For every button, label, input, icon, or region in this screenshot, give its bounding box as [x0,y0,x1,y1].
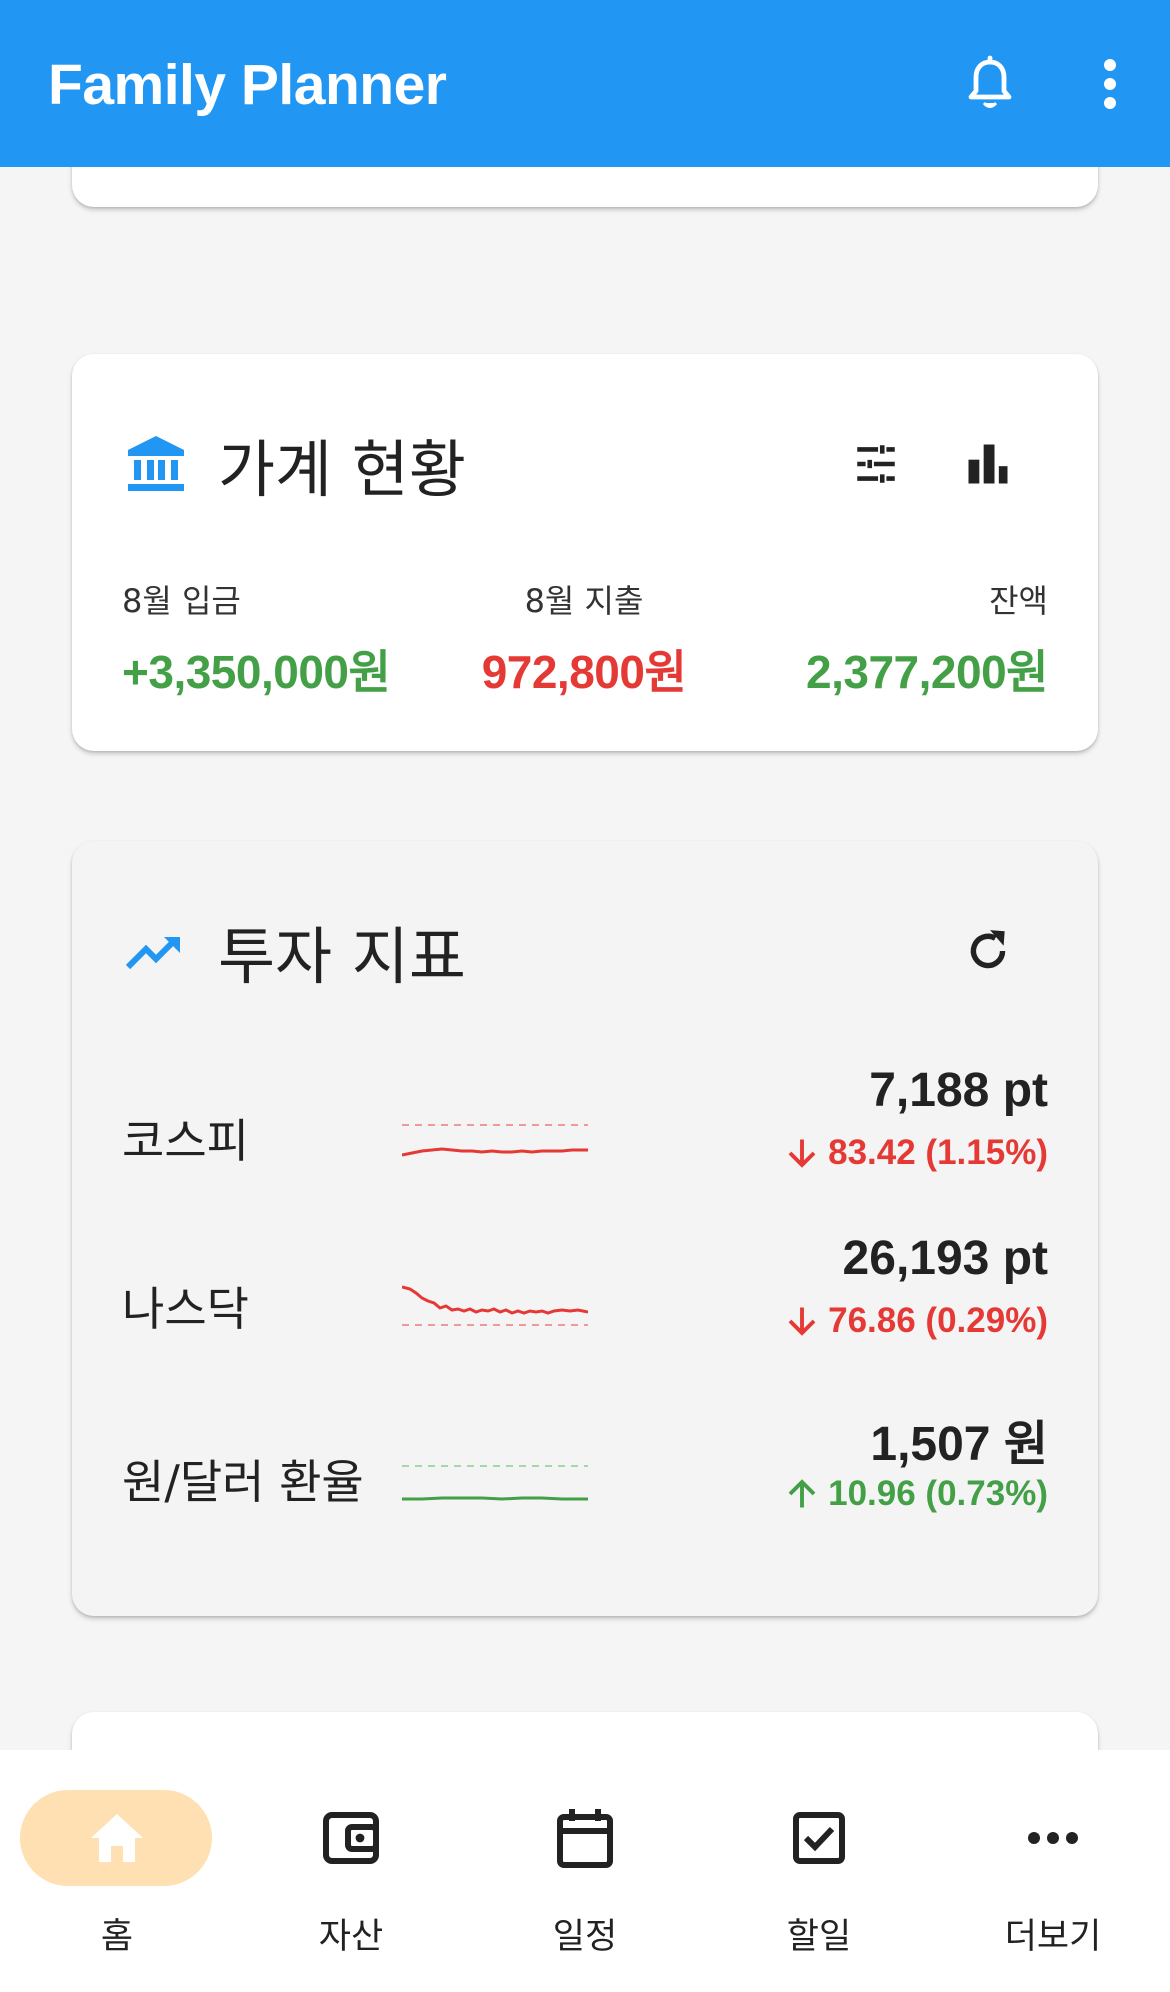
overflow-menu-button[interactable] [1072,46,1148,122]
previous-card [72,167,1098,207]
budget-card-header: 가계 현황 [122,424,466,506]
budget-chart-button[interactable] [950,426,1026,502]
nav-item-home[interactable]: 홈 [0,1790,234,1970]
kospi-sparkline [402,1124,588,1157]
invest-card-title: 투자 지표 [218,920,466,993]
nav-label: 일정 [552,1917,618,1957]
indicator-row-nasdaq[interactable]: 나스닥 26,193 pt 76.86 (0.29%) [122,1231,1048,1381]
next-card [72,1712,1098,1750]
expense-value: 972,800원 [481,646,687,698]
income-summary: 8월 입금 +3,350,000원 [122,576,391,702]
balance-label: 잔액 [989,582,1048,620]
arrow-down-icon [788,1307,816,1336]
app-screen: Family Planner 가계 현황 8월 입금 +3,350,000원 8… [0,0,1170,1992]
balance-value: 2,377,200원 [806,646,1048,698]
home-icon [77,1798,157,1878]
expense-label: 8월 지출 [524,582,644,620]
indicator-change-value: 83.42 (1.15%) [828,1133,1048,1172]
refresh-button[interactable] [950,913,1026,989]
nav-item-assets[interactable]: 자산 [234,1790,468,1970]
bank-icon [122,430,190,498]
indicator-change-value: 10.96 (0.73%) [828,1474,1048,1513]
indicator-change: 76.86 (0.29%) [784,1301,1048,1341]
indicator-row-kospi[interactable]: 코스피 7,188 pt 83.42 (1.15%) [122,1063,1048,1213]
trending-up-icon [122,917,190,985]
balance-summary: 잔액 2,377,200원 [806,576,1048,702]
indicator-change-value: 76.86 (0.29%) [828,1301,1048,1340]
indicator-change: 10.96 (0.73%) [784,1474,1048,1514]
expense-summary: 8월 지출 972,800원 [474,576,694,702]
budget-card-title: 가계 현황 [218,433,466,506]
app-title: Family Planner [48,53,447,117]
budget-filter-button[interactable] [838,426,914,502]
arrow-up-icon [788,1479,816,1508]
notifications-button[interactable] [952,46,1028,122]
income-value: +3,350,000원 [122,646,391,698]
nav-item-todo[interactable]: 할일 [702,1790,936,1970]
app-bar: Family Planner [0,0,1170,167]
nasdaq-sparkline [402,1285,588,1326]
bar-chart-icon [968,444,1008,484]
monthly-summary: 8월 입금 +3,350,000원 8월 지출 972,800원 잔액 2,37… [122,576,1048,698]
more-vert-icon [1104,59,1116,109]
arrow-down-icon [788,1139,816,1168]
budget-status-card: 가계 현황 8월 입금 +3,350,000원 8월 지출 972,800원 잔… [72,354,1098,751]
indicator-change: 83.42 (1.15%) [784,1133,1048,1173]
nav-label: 할일 [786,1917,852,1957]
invest-card-header: 투자 지표 [122,911,466,993]
bell-icon [968,55,1012,108]
indicator-price: 1,507 원 [870,1418,1048,1471]
nav-label: 더보기 [1004,1917,1102,1957]
indicator-price: 26,193 pt [842,1232,1048,1285]
more-horiz-icon [1013,1798,1093,1878]
nav-label: 홈 [100,1917,134,1957]
nav-item-schedule[interactable]: 일정 [468,1790,702,1970]
investment-indicators-card: 투자 지표 코스피 7,188 pt 83.42 (1.15%) 나스닥 26,… [72,841,1098,1616]
income-label: 8월 입금 [122,582,241,620]
exchange-rate-sparkline [402,1465,588,1501]
indicator-name: 코스피 [122,1114,249,1168]
tune-icon [857,445,895,483]
indicator-name: 원/달러 환율 [122,1455,364,1509]
indicator-row-exchange-rate[interactable]: 원/달러 환율 1,507 원 10.96 (0.73%) [122,1404,1048,1554]
home-content[interactable]: 가계 현황 8월 입금 +3,350,000원 8월 지출 972,800원 잔… [0,167,1170,1750]
calendar-icon [545,1798,625,1878]
checkbox-icon [779,1798,859,1878]
bottom-navigation: 홈 자산 일정 할일 더보기 [0,1750,1170,1992]
nav-item-more[interactable]: 더보기 [936,1790,1170,1970]
indicator-price: 7,188 pt [869,1064,1048,1117]
refresh-icon [970,930,1006,969]
indicator-name: 나스닥 [122,1282,249,1336]
nav-label: 자산 [318,1917,384,1957]
wallet-icon [311,1798,391,1878]
